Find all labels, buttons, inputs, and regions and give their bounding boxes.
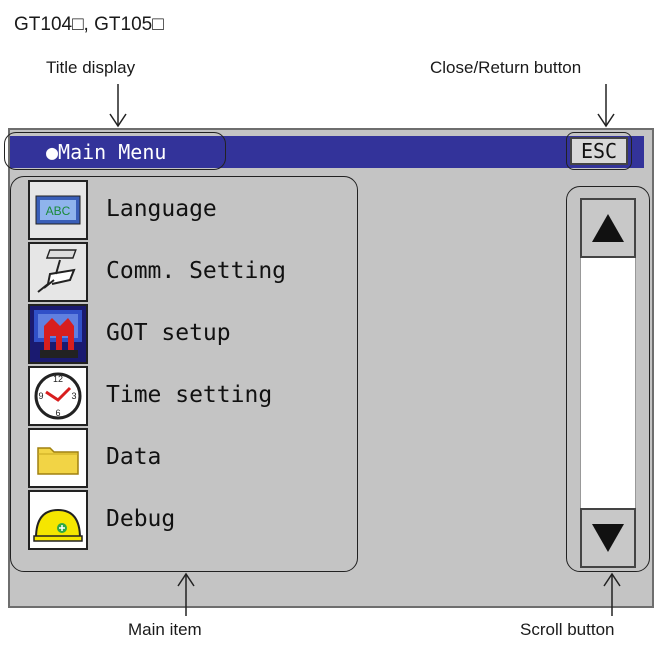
callout-arrows <box>109 84 621 616</box>
